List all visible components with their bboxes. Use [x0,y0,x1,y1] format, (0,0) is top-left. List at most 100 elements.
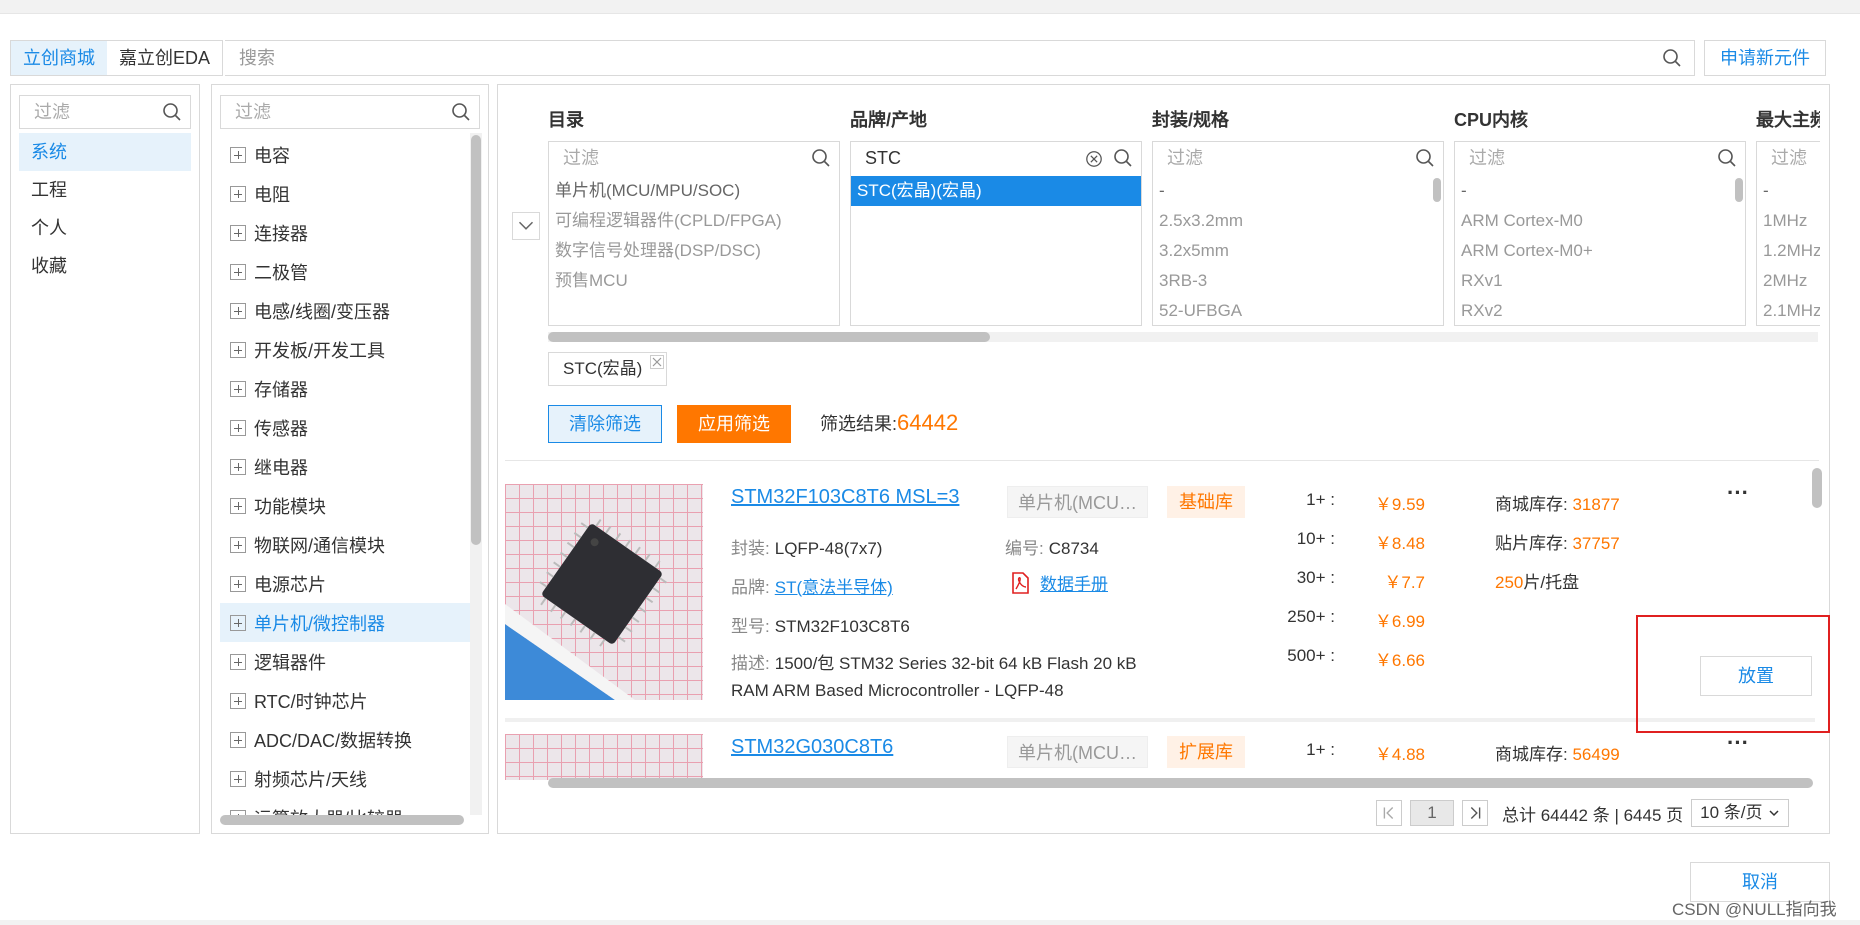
apply-new-component-button[interactable]: 申请新元件 [1704,40,1826,76]
search-icon[interactable] [162,102,182,122]
filter-option[interactable]: 1.2MHz [1757,236,1820,266]
filter-option[interactable]: 可编程逻辑器件(CPLD/FPGA) [549,206,839,236]
filter-option[interactable]: 数字信号处理器(DSP/DSC) [549,236,839,266]
expand-icon[interactable] [230,185,246,202]
filter-option[interactable]: 3RB-3 [1153,266,1443,296]
filter-option[interactable]: - [1153,176,1443,206]
datasheet[interactable]: 数据手册 [1010,570,1108,595]
filters-hscrollbar-thumb[interactable] [548,332,990,342]
filter-search-cpu-core-input[interactable] [1455,142,1687,174]
collapse-filters-toggle[interactable] [512,212,540,240]
category-hscrollbar-thumb[interactable] [220,815,464,825]
expand-icon[interactable] [230,146,246,163]
category-item[interactable]: 电源芯片 [220,564,470,603]
filter-option[interactable]: - [1455,176,1745,206]
library-item-project[interactable]: 工程 [19,171,191,209]
category-item[interactable]: 电感/线圈/变压器 [220,291,470,330]
expand-icon[interactable] [230,458,246,475]
expand-icon[interactable] [230,575,246,592]
category-item[interactable]: ADC/DAC/数据转换 [220,720,470,759]
filter-option[interactable]: RXv1 [1455,266,1745,296]
category-item[interactable]: 开发板/开发工具 [220,330,470,369]
search-icon[interactable] [811,148,831,168]
results-hscrollbar-thumb[interactable] [548,778,1813,788]
result-row[interactable]: STM32G030C8T6 单片机(MCU… 扩展库 1+ : ￥4.88 商城库… [505,726,1815,780]
product-category-tag[interactable]: 单片机(MCU… [1007,486,1148,518]
clear-filters-button[interactable]: 清除筛选 [548,405,662,443]
category-item[interactable]: 电阻 [220,174,470,213]
filter-option[interactable]: 预售MCU [549,266,839,296]
filter-option[interactable]: ARM Cortex-M0+ [1455,236,1745,266]
category-item[interactable]: 物联网/通信模块 [220,525,470,564]
current-page[interactable]: 1 [1410,800,1454,826]
product-name-link[interactable]: STM32G030C8T6 [731,736,893,759]
expand-icon[interactable] [230,653,246,670]
results-vscrollbar-thumb[interactable] [1812,468,1822,508]
search-input[interactable] [225,41,1625,75]
expand-icon[interactable] [230,770,246,787]
filter-option[interactable]: 52-UFBGA [1153,296,1443,325]
first-page-button[interactable] [1376,800,1402,826]
category-item[interactable]: 传感器 [220,408,470,447]
category-item-selected[interactable]: 单片机/微控制器 [220,603,470,642]
category-item[interactable]: 逻辑器件 [220,642,470,681]
expand-icon[interactable] [230,497,246,514]
search-icon[interactable] [1717,148,1737,168]
expand-icon[interactable] [230,224,246,241]
library-item-favorites[interactable]: 收藏 [19,247,191,285]
category-item[interactable]: 存储器 [220,369,470,408]
filter-option[interactable]: 2MHz [1757,266,1820,296]
filter-option[interactable]: 2.5x3.2mm [1153,206,1443,236]
filter-option[interactable]: 3.2x5mm [1153,236,1443,266]
filter-option-selected[interactable]: STC(宏晶)(宏晶) [851,176,1141,206]
more-options-icon[interactable]: ··· [1727,730,1749,756]
category-scrollbar-thumb[interactable] [471,135,481,545]
expand-icon[interactable] [230,263,246,280]
expand-icon[interactable] [230,419,246,436]
clear-circle-icon[interactable] [1085,150,1103,168]
apply-filters-button[interactable]: 应用筛选 [677,405,791,443]
category-item[interactable]: RTC/时钟芯片 [220,681,470,720]
filter-search-brand-input[interactable] [851,142,1083,174]
tab-jlc-eda[interactable]: 嘉立创EDA [107,41,222,75]
filter-option[interactable]: 2.1MHz [1757,296,1820,325]
category-filter-input[interactable] [221,96,428,128]
filter-option[interactable]: - [1757,176,1820,206]
product-name-link[interactable]: STM32F103C8T6 MSL=3 [731,486,959,509]
expand-icon[interactable] [230,536,246,553]
expand-icon[interactable] [230,614,246,631]
filter-search-package-input[interactable] [1153,142,1385,174]
category-item[interactable]: 二极管 [220,252,470,291]
category-item[interactable]: 继电器 [220,447,470,486]
page-size-select[interactable]: 10 条/页 [1691,799,1790,827]
expand-icon[interactable] [230,692,246,709]
product-category-tag[interactable]: 单片机(MCU… [1007,736,1148,768]
library-item-system[interactable]: 系统 [19,133,191,171]
filter-option[interactable]: 1MHz [1757,206,1820,236]
result-row[interactable]: STM32F103C8T6 MSL=3 单片机(MCU… 基础库 封装: LQF… [505,470,1815,716]
expand-icon[interactable] [230,341,246,358]
close-icon[interactable] [650,355,665,369]
search-icon[interactable] [1113,148,1133,168]
tab-lcsc-mall[interactable]: 立创商城 [11,41,107,75]
search-icon[interactable] [1415,148,1435,168]
search-icon[interactable] [1662,48,1682,68]
library-item-personal[interactable]: 个人 [19,209,191,247]
filter-option[interactable]: RXv2 [1455,296,1745,325]
category-item[interactable]: 电容 [220,135,470,174]
filter-option[interactable]: 单片机(MCU/MPU/SOC) [549,176,839,206]
filter-search-max-freq-input[interactable] [1757,142,1820,174]
library-filter-input[interactable] [20,96,156,128]
category-item[interactable]: 功能模块 [220,486,470,525]
expand-icon[interactable] [230,302,246,319]
filter-search-category-input[interactable] [549,142,781,174]
category-item[interactable]: 连接器 [220,213,470,252]
last-page-button[interactable] [1462,800,1488,826]
more-options-icon[interactable]: ··· [1727,480,1749,506]
search-icon[interactable] [451,102,471,122]
cpu-core-scrollbar-thumb[interactable] [1735,178,1743,202]
datasheet-link[interactable]: 数据手册 [1040,570,1108,595]
category-item[interactable]: 射频芯片/天线 [220,759,470,798]
expand-icon[interactable] [230,380,246,397]
expand-icon[interactable] [230,731,246,748]
